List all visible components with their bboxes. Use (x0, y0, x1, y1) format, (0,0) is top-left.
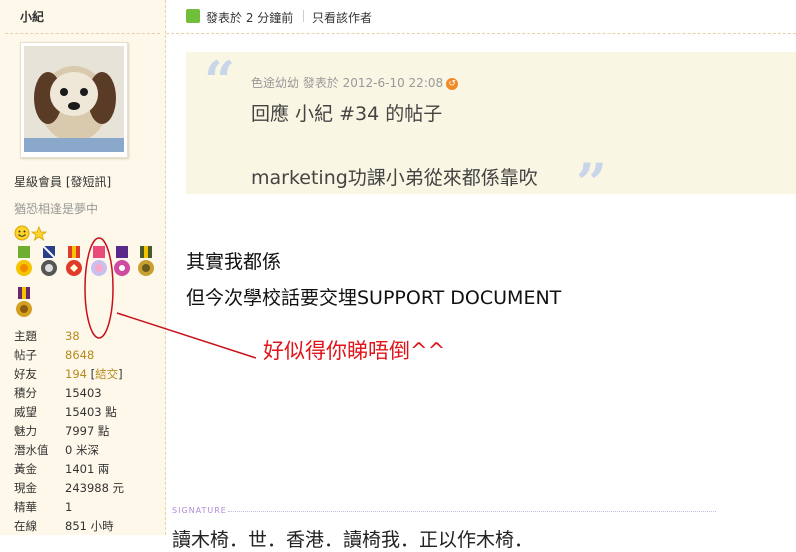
stat-row: 黃金 1401 兩 (14, 460, 164, 479)
post-text-line: 但今次學校話要交埋SUPPORT DOCUMENT (186, 287, 562, 309)
medal-icon[interactable] (14, 287, 34, 321)
quote-title: 回應 小紀 #34 的帖子 (251, 103, 443, 125)
open-quote-icon: “ (204, 49, 236, 113)
stat-label: 潛水值 (14, 443, 49, 457)
stat-row: 魅力 7997 點 (14, 422, 164, 441)
member-motto: 猶恐相逢是夢中 (14, 202, 99, 216)
stat-row: 帖子 8648 (14, 346, 164, 365)
user-post-icon (186, 9, 200, 23)
stat-value: 0 米深 (65, 443, 99, 457)
stat-row: 精華 1 (14, 498, 164, 517)
post-content: 發表於 2 分鐘前 只看該作者 “ 色途幼幼 發表於 2012-6-10 22:… (166, 0, 796, 551)
medal-icon[interactable] (89, 246, 109, 280)
stat-label: 威望 (14, 405, 37, 419)
stat-label: 魅力 (14, 424, 37, 438)
stat-label: 精華 (14, 500, 37, 514)
stat-row: 現金 243988 元 (14, 479, 164, 498)
friends-count-link[interactable]: 194 (65, 367, 87, 381)
author-username[interactable]: 小紀 (20, 8, 44, 25)
stat-label: 在線 (14, 519, 37, 533)
avatar[interactable] (20, 42, 128, 158)
stat-value[interactable]: 8648 (65, 346, 94, 365)
stat-value: 851 小時 (65, 519, 114, 533)
post-time: 發表於 2 分鐘前 (206, 11, 294, 25)
author-sidebar: 小紀 星級會員 [發短訊] 猶恐相逢是夢中 主題 38 帖子 8648 好友 1… (0, 0, 166, 535)
stat-value: 243988 元 (65, 481, 125, 495)
signature-label: SIGNATURE (172, 506, 227, 515)
stat-label: 主題 (14, 329, 37, 343)
avatar-image (24, 46, 124, 152)
medal-icon[interactable] (112, 246, 132, 280)
quote-meta: 色途幼幼 發表於 2012-6-10 22:08 ↺ (251, 74, 459, 91)
medal-icon[interactable] (14, 246, 34, 280)
quote-body: marketing功課小弟從來都係靠吹 (251, 167, 538, 189)
stat-label: 積分 (14, 386, 37, 400)
stat-value: 15403 點 (65, 405, 117, 419)
stat-row: 在線 851 小時 (14, 517, 164, 536)
stat-row: 威望 15403 點 (14, 403, 164, 422)
sidebar-divider (5, 33, 160, 34)
medal-icon[interactable] (136, 246, 156, 280)
medal-icon[interactable] (64, 246, 84, 280)
stat-row: 積分 15403 (14, 384, 164, 403)
status-icons (14, 225, 48, 241)
rank-label: 星級會員 (14, 175, 63, 189)
post-text-line: 其實我都係 (186, 251, 282, 273)
header-separator (303, 10, 304, 22)
stat-label: 好友 (14, 367, 37, 381)
stat-value: 1401 兩 (65, 462, 110, 476)
add-friend-link[interactable]: 結交 (95, 367, 118, 381)
stat-label: 帖子 (14, 348, 37, 362)
member-rank: 星級會員 [發短訊] (14, 175, 112, 189)
close-quote-icon: ” (576, 151, 608, 215)
signature-text: 讀木椅．世．香港．讀椅我．正以作木椅． (172, 529, 534, 551)
stat-row: 潛水值 0 米深 (14, 441, 164, 460)
quote-meta-text: 色途幼幼 發表於 2012-6-10 22:08 (251, 76, 444, 90)
post-header: 發表於 2 分鐘前 只看該作者 (166, 0, 796, 33)
stat-value: 7997 點 (65, 424, 110, 438)
send-message-link[interactable]: 發短訊 (71, 175, 107, 189)
stat-value: 1 (65, 500, 73, 514)
star-icon (30, 225, 48, 241)
smiley-icon (14, 225, 30, 241)
signature-divider (228, 511, 716, 512)
header-divider (166, 33, 796, 34)
member-stats: 主題 38 帖子 8648 好友 194 [結交] 積分 15403 威望 15… (14, 327, 164, 536)
author-only-link[interactable]: 只看該作者 (312, 9, 372, 26)
stat-label: 黃金 (14, 462, 37, 476)
stat-label: 現金 (14, 481, 37, 495)
stat-value: 15403 (65, 386, 102, 400)
stat-row: 主題 38 (14, 327, 164, 346)
quote-block: “ 色途幼幼 發表於 2012-6-10 22:08 ↺ 回應 小紀 #34 的帖… (186, 49, 796, 210)
medal-icon[interactable] (39, 245, 59, 280)
stat-value[interactable]: 38 (65, 327, 80, 346)
red-annotation-text: 好似得你睇唔倒^^ (263, 339, 446, 363)
stat-row: 好友 194 [結交] (14, 365, 164, 384)
stat-value: 194 [結交] (65, 367, 123, 381)
back-arrow-icon[interactable]: ↺ (446, 77, 459, 90)
